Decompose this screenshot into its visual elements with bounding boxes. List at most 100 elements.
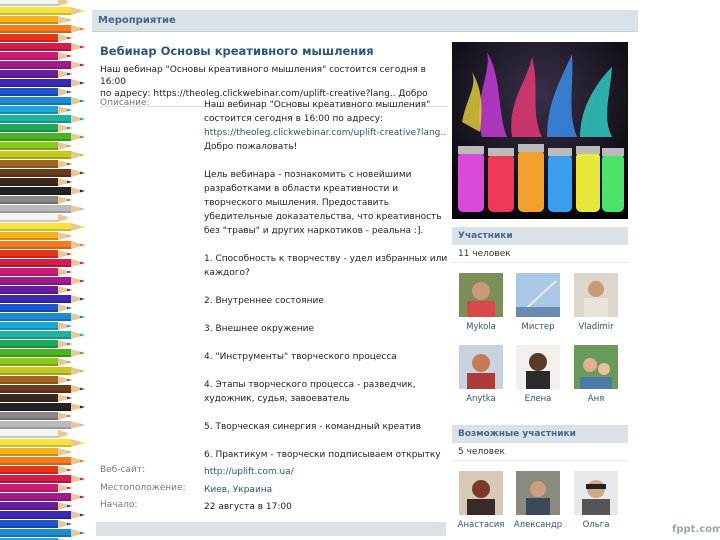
pencil (0, 169, 85, 177)
agenda-item: 6. Практикум - творчески подписываем отк… (204, 450, 441, 460)
pencil (0, 466, 72, 474)
member-name[interactable]: Vladimir (568, 322, 624, 332)
section-bar (96, 522, 446, 536)
pencil (0, 403, 85, 411)
avatar[interactable] (516, 345, 560, 389)
pencil (0, 88, 72, 96)
pencils-image (0, 0, 85, 540)
pencil (0, 394, 72, 402)
right-column: Участники 11 человек Mykola Мистер Vladi… (452, 42, 628, 531)
description-label: Описание: (100, 98, 150, 108)
text-line: 4. Этапы творческого процесса - разведчи… (204, 380, 416, 390)
pencils-decoration (0, 0, 92, 540)
member-card[interactable]: Vladimir (568, 273, 624, 332)
event-status: Наш вебинар "Основы креативного мышления… (100, 64, 448, 100)
pencil (0, 124, 72, 132)
page-header: Мероприятие (92, 10, 638, 32)
watermark: fppt.com (672, 524, 720, 535)
member-name[interactable]: Anytka (453, 394, 509, 404)
agenda-item: 1. Способность к творчеству - удел избра… (204, 252, 449, 280)
pencil (0, 241, 85, 249)
text-line: Цель вебинара - познакомить с новейшими (204, 170, 412, 180)
pencil (0, 430, 72, 438)
pencil (0, 475, 85, 483)
participants-count[interactable]: 11 человек (452, 245, 628, 263)
member-name[interactable]: Ольга (568, 520, 624, 530)
pencil (0, 520, 72, 528)
location-link[interactable]: Киев, Украина (204, 483, 449, 497)
member-name[interactable]: Анастасия (453, 520, 509, 530)
avatar[interactable] (459, 471, 503, 515)
pencil (0, 376, 72, 384)
pencil (0, 340, 72, 348)
description-text: Наш вебинар "Основы креативного мышления… (204, 98, 449, 462)
text-line: каждого? (204, 268, 250, 278)
member-card[interactable]: Mykola (453, 273, 509, 332)
pencil (0, 70, 72, 78)
participants-heading[interactable]: Участники (452, 227, 628, 245)
member-name[interactable]: Александр (510, 520, 566, 530)
pencil (0, 115, 85, 123)
pencil (0, 43, 85, 51)
agenda-item: 3. Внешнее окружение (204, 324, 314, 334)
participants-grid: Mykola Мистер Vladimir Anytka Елена Аня (452, 263, 628, 423)
pencil (0, 97, 85, 105)
pencil (0, 502, 72, 510)
member-card[interactable]: Мистер (510, 273, 566, 332)
pencil (0, 79, 85, 87)
text-line: 1. Способность к творчеству - удел избра… (204, 254, 448, 264)
pencil (0, 250, 72, 258)
member-name[interactable]: Мистер (510, 322, 566, 332)
event-photo[interactable] (452, 42, 628, 219)
pencil (0, 385, 85, 393)
description-paragraph: Наш вебинар "Основы креативного мышления… (204, 98, 449, 154)
text-line: Добро пожаловать! (204, 142, 298, 152)
pencil (0, 25, 85, 33)
agenda-item: 4. "Инструменты" творческого процесса (204, 352, 397, 362)
avatar[interactable] (459, 345, 503, 389)
event-title: Вебинар Основы креативного мышления (100, 44, 374, 58)
member-name[interactable]: Mykola (453, 322, 509, 332)
possible-participants-heading[interactable]: Возможные участники (452, 425, 628, 443)
pencil (0, 223, 85, 231)
avatar[interactable] (459, 273, 503, 317)
text-line: состоится сегодня в 16:00 по адресу: (204, 114, 384, 124)
pencil (0, 439, 85, 447)
avatar[interactable] (516, 273, 560, 317)
member-card[interactable]: Ольга (568, 471, 624, 530)
text-line: убедительные доказательства, что креатив… (204, 212, 442, 222)
event-summary: Вебинар Основы креативного мышления Наш … (100, 40, 448, 107)
pencil (0, 259, 85, 267)
member-card[interactable]: Елена (510, 345, 566, 404)
member-card[interactable]: Anytka (453, 345, 509, 404)
pencil (0, 268, 72, 276)
pencil (0, 34, 72, 42)
website-label: Веб-сайт: (100, 465, 146, 475)
pencil (0, 196, 72, 204)
member-card[interactable]: Анастасия (453, 471, 509, 530)
text-line: без "травы" и других наркотиков - реальн… (204, 226, 424, 236)
pencil (0, 358, 72, 366)
website-link[interactable]: http://uplift.com.ua/ (204, 465, 449, 479)
member-name[interactable]: Аня (568, 394, 624, 404)
pencil (0, 322, 72, 330)
pencil (0, 214, 72, 222)
pencil (0, 232, 72, 240)
webinar-link[interactable]: https://theoleg.clickwebinar.com/uplift-… (204, 126, 449, 140)
avatar[interactable] (574, 471, 618, 515)
member-card[interactable]: Александр (510, 471, 566, 530)
pencil (0, 448, 72, 456)
possible-participants-count[interactable]: 5 человек (452, 443, 628, 461)
pencil (0, 178, 72, 186)
avatar[interactable] (516, 471, 560, 515)
pencil (0, 187, 85, 195)
pencil (0, 457, 85, 465)
agenda-item: 5. Творческая синергия - командный креат… (204, 422, 422, 432)
avatar[interactable] (574, 345, 618, 389)
member-card[interactable]: Аня (568, 345, 624, 404)
avatar[interactable] (574, 273, 618, 317)
text-line: Наш вебинар "Основы креативного мышления… (204, 100, 431, 110)
member-name[interactable]: Елена (510, 394, 566, 404)
agenda-item: 2. Внутреннее состояние (204, 296, 324, 306)
pencil (0, 52, 72, 60)
